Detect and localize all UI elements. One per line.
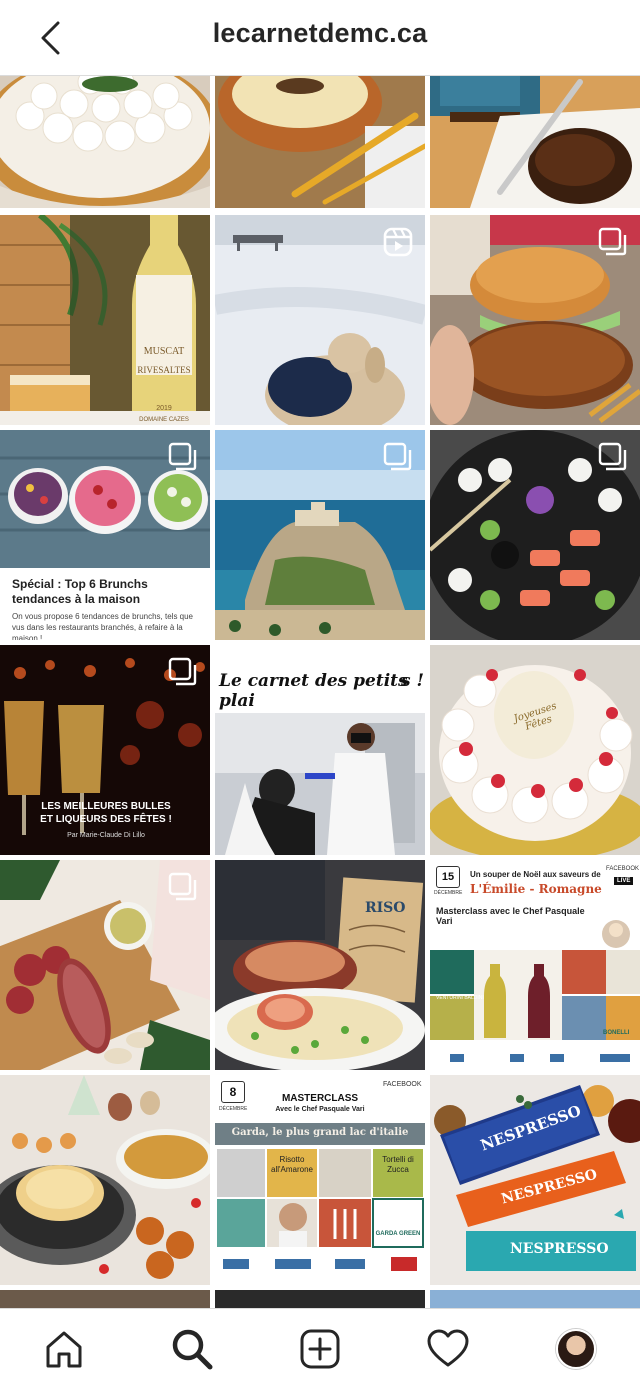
script-title-end: s ! — [401, 671, 424, 691]
post-tile-petits-plaisirs[interactable]: Le carnet des petits plai s ! — [215, 645, 425, 855]
post-tile-snow-dog[interactable] — [215, 215, 425, 425]
masterclass-headline-1: Un souper de Noël aux saveurs de — [470, 870, 601, 879]
dish-tortelli-label: Tortelli di Zucca — [382, 1155, 414, 1174]
post-tile-nespresso[interactable]: NESPRESSO NESPRESSO NESPRESSO — [430, 1075, 640, 1285]
bread-bowl-image — [215, 76, 425, 208]
date-badge-day: 8 — [229, 1085, 237, 1099]
live-badge: LIVE — [614, 877, 634, 885]
riso-card-label: RISO — [365, 900, 406, 916]
post-tile-charcuterie[interactable] — [0, 860, 210, 1070]
nav-profile[interactable] — [550, 1323, 602, 1375]
post-tile-chocolate-spread[interactable] — [430, 76, 640, 208]
post-tile-brunch-article[interactable]: Spécial : Top 6 Brunchs tendances à la m… — [0, 430, 210, 640]
chocolate-spread-image — [430, 76, 640, 208]
multiple-posts-icon — [168, 657, 197, 686]
post-tile-coastal-island[interactable] — [215, 430, 425, 640]
multiple-posts-icon — [168, 872, 197, 901]
risotto-image — [215, 860, 425, 1070]
nav-activity[interactable] — [422, 1323, 474, 1375]
meringue-tart-image — [0, 76, 210, 208]
post-tile-sushi-platter[interactable] — [430, 430, 640, 640]
holiday-drinks-title: LES MEILLEURES BULLES ET LIQUEURS DES FÊ… — [40, 801, 172, 825]
brunch-article-body: On vous propose 6 tendances de brunchs, … — [12, 612, 194, 640]
post-tile-risotto[interactable]: RISO — [215, 860, 425, 1070]
post-tile-partial-2[interactable] — [215, 1290, 425, 1308]
post-tile-chicken-burger[interactable] — [430, 215, 640, 425]
nav-create[interactable] — [294, 1323, 346, 1375]
profile-avatar — [556, 1329, 596, 1369]
post-tile-bread-bowl[interactable] — [215, 76, 425, 208]
post-tile-meringue-tart[interactable] — [0, 76, 210, 208]
post-tile-partial-1[interactable] — [0, 1290, 210, 1308]
script-title: Le carnet des petits plai — [219, 671, 408, 711]
post-grid: MUSCAT RIVESALTES 2019 DOMAINE CAZES Spé… — [0, 76, 640, 1308]
multiple-posts-icon — [383, 442, 412, 471]
garda-subtitle: Avec le Chef Pasquale Vari — [275, 1106, 365, 1113]
wine-bottle-image — [0, 215, 210, 425]
dish-risotto-label: Risotto all'Amarone — [271, 1155, 313, 1174]
nav-search[interactable] — [166, 1323, 218, 1375]
bottle-label-line1: MUSCAT — [143, 346, 185, 357]
clinic-photo-image — [215, 713, 425, 855]
date-badge-day: 15 — [441, 871, 455, 883]
page-title: lecarnetdemc.ca — [212, 18, 428, 48]
date-badge-month: DÉCEMBRE — [434, 890, 463, 896]
multiple-posts-icon — [168, 442, 197, 471]
post-tile-emilie-romagne-masterclass[interactable]: 15 DÉCEMBRE FACEBOOK LIVE Un souper de N… — [430, 860, 640, 1070]
post-tile-muscat-wine[interactable]: MUSCAT RIVESALTES 2019 DOMAINE CAZES — [0, 215, 210, 425]
holiday-feast-image — [0, 1075, 210, 1285]
date-badge-month: DÉCEMBRE — [219, 1106, 248, 1112]
garda-headline: MASTERCLASS — [281, 1093, 359, 1104]
date-badge: 15 — [436, 866, 460, 888]
brand-bonelli: BONELLI — [603, 1030, 630, 1036]
reel-icon — [383, 227, 413, 257]
facebook-tag: FACEBOOK — [383, 1081, 422, 1088]
bottle-label-year: 2019 — [156, 405, 172, 412]
garda-green-logo: GARDA GREEN — [375, 1231, 421, 1237]
home-icon — [46, 1331, 82, 1368]
multiple-posts-icon — [598, 227, 627, 256]
top-bar: lecarnetdemc.ca — [0, 0, 640, 76]
holiday-drinks-byline: Par Marie-Claude Di Lillo — [67, 832, 145, 839]
bottle-label-line2: RIVESALTES — [137, 365, 191, 375]
multiple-posts-icon — [598, 442, 627, 471]
post-tile-christmas-cake[interactable]: Joyeuses Fêtes — [430, 645, 640, 855]
post-tile-garda-masterclass[interactable]: 8 DÉCEMBRE FACEBOOK MASTERCLASS Avec le … — [215, 1075, 425, 1285]
add-post-icon — [300, 1329, 340, 1369]
masterclass-headline-2: L'Émilie - Romagne — [470, 882, 602, 896]
post-tile-partial-3[interactable] — [430, 1290, 640, 1308]
post-tile-holiday-drinks[interactable]: LES MEILLEURES BULLES ET LIQUEURS DES FÊ… — [0, 645, 210, 855]
nav-home[interactable] — [38, 1323, 90, 1375]
facebook-tag: FACEBOOK — [606, 866, 640, 872]
brunch-article-title: Spécial : Top 6 Brunchs tendances à la m… — [12, 577, 148, 606]
bottle-label-brand: DOMAINE CAZES — [139, 417, 189, 423]
search-icon — [172, 1329, 213, 1370]
brand-venturini: VENTURINI BALDINI — [436, 995, 484, 1001]
post-tile-holiday-feast[interactable] — [0, 1075, 210, 1285]
nespresso-label-3: NESPRESSO — [510, 1241, 609, 1257]
christmas-cake-image — [430, 645, 640, 855]
garda-band-text: Garda, le plus grand lac d'italie — [231, 1127, 409, 1138]
date-badge: 8 — [221, 1081, 245, 1103]
bottom-navigation — [0, 1308, 640, 1386]
heart-icon — [427, 1329, 469, 1367]
